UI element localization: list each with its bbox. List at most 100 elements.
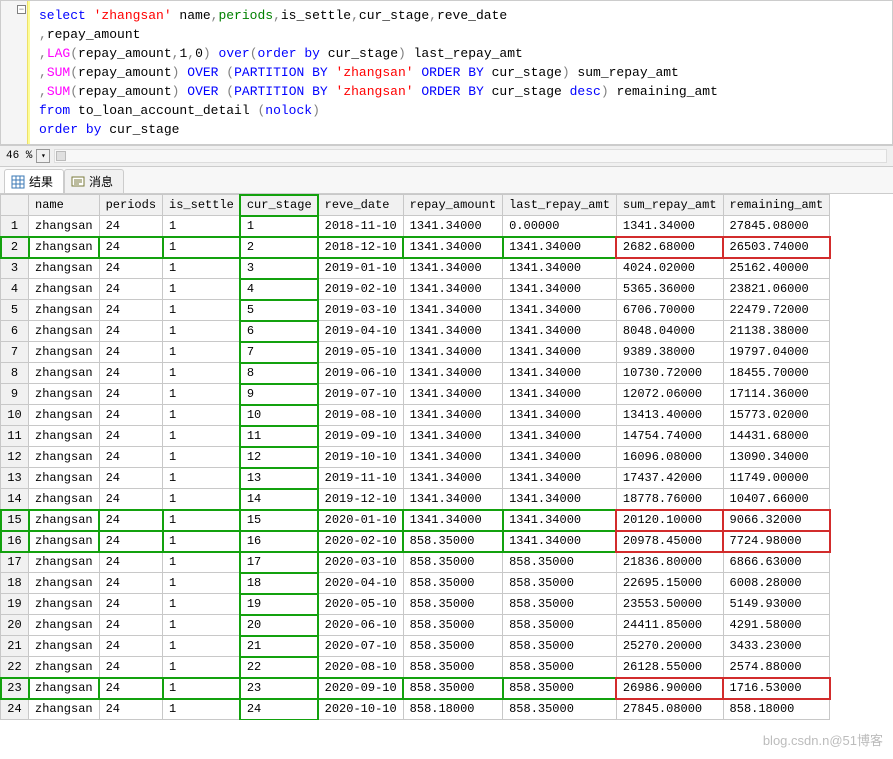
cell-periods[interactable]: 24 <box>99 615 162 636</box>
cell-cur_stage[interactable]: 19 <box>240 594 318 615</box>
cell-name[interactable]: zhangsan <box>29 405 100 426</box>
sql-code[interactable]: select 'zhangsan' name,periods,is_settle… <box>33 3 892 142</box>
cell-name[interactable]: zhangsan <box>29 552 100 573</box>
cell-cur_stage[interactable]: 6 <box>240 321 318 342</box>
cell-cur_stage[interactable]: 14 <box>240 489 318 510</box>
cell-name[interactable]: zhangsan <box>29 468 100 489</box>
cell-is_settle[interactable]: 1 <box>163 573 241 594</box>
cell-name[interactable]: zhangsan <box>29 573 100 594</box>
cell-reve_date[interactable]: 2020-01-10 <box>318 510 403 531</box>
cell-last_repay_amt[interactable]: 1341.34000 <box>503 384 617 405</box>
cell-remaining_amt[interactable]: 18455.70000 <box>723 363 830 384</box>
col-header-last_repay_amt[interactable]: last_repay_amt <box>503 195 617 216</box>
cell-repay_amount[interactable]: 1341.34000 <box>403 405 502 426</box>
cell-name[interactable]: zhangsan <box>29 699 100 720</box>
cell-is_settle[interactable]: 1 <box>163 237 241 258</box>
cell-periods[interactable]: 24 <box>99 510 162 531</box>
cell-periods[interactable]: 24 <box>99 216 162 237</box>
cell-last_repay_amt[interactable]: 858.35000 <box>503 636 617 657</box>
cell-name[interactable]: zhangsan <box>29 342 100 363</box>
cell-cur_stage[interactable]: 4 <box>240 279 318 300</box>
cell-cur_stage[interactable]: 22 <box>240 657 318 678</box>
results-grid[interactable]: nameperiodsis_settlecur_stagereve_datere… <box>0 194 830 720</box>
table-row[interactable]: 7zhangsan24172019-05-101341.340001341.34… <box>1 342 830 363</box>
cell-last_repay_amt[interactable]: 1341.34000 <box>503 279 617 300</box>
table-row[interactable]: 21zhangsan241212020-07-10858.35000858.35… <box>1 636 830 657</box>
cell-sum_repay_amt[interactable]: 2682.68000 <box>616 237 723 258</box>
cell-is_settle[interactable]: 1 <box>163 699 241 720</box>
cell-last_repay_amt[interactable]: 1341.34000 <box>503 363 617 384</box>
table-row[interactable]: 11zhangsan241112019-09-101341.340001341.… <box>1 426 830 447</box>
col-header-repay_amount[interactable]: repay_amount <box>403 195 502 216</box>
cell-sum_repay_amt[interactable]: 10730.72000 <box>616 363 723 384</box>
cell-is_settle[interactable]: 1 <box>163 342 241 363</box>
row-number[interactable]: 15 <box>1 510 29 531</box>
cell-remaining_amt[interactable]: 11749.00000 <box>723 468 830 489</box>
cell-periods[interactable]: 24 <box>99 342 162 363</box>
table-row[interactable]: 13zhangsan241132019-11-101341.340001341.… <box>1 468 830 489</box>
cell-periods[interactable]: 24 <box>99 657 162 678</box>
cell-is_settle[interactable]: 1 <box>163 468 241 489</box>
cell-is_settle[interactable]: 1 <box>163 321 241 342</box>
table-row[interactable]: 23zhangsan241232020-09-10858.35000858.35… <box>1 678 830 699</box>
cell-name[interactable]: zhangsan <box>29 237 100 258</box>
cell-repay_amount[interactable]: 858.35000 <box>403 636 502 657</box>
cell-repay_amount[interactable]: 1341.34000 <box>403 447 502 468</box>
cell-is_settle[interactable]: 1 <box>163 279 241 300</box>
cell-last_repay_amt[interactable]: 1341.34000 <box>503 447 617 468</box>
cell-reve_date[interactable]: 2020-03-10 <box>318 552 403 573</box>
cell-sum_repay_amt[interactable]: 26986.90000 <box>616 678 723 699</box>
cell-repay_amount[interactable]: 1341.34000 <box>403 426 502 447</box>
cell-last_repay_amt[interactable]: 1341.34000 <box>503 426 617 447</box>
cell-reve_date[interactable]: 2020-09-10 <box>318 678 403 699</box>
corner-header[interactable] <box>1 195 29 216</box>
table-row[interactable]: 8zhangsan24182019-06-101341.340001341.34… <box>1 363 830 384</box>
cell-is_settle[interactable]: 1 <box>163 636 241 657</box>
cell-cur_stage[interactable]: 18 <box>240 573 318 594</box>
table-row[interactable]: 22zhangsan241222020-08-10858.35000858.35… <box>1 657 830 678</box>
cell-is_settle[interactable]: 1 <box>163 405 241 426</box>
cell-periods[interactable]: 24 <box>99 636 162 657</box>
cell-repay_amount[interactable]: 1341.34000 <box>403 321 502 342</box>
cell-sum_repay_amt[interactable]: 17437.42000 <box>616 468 723 489</box>
cell-cur_stage[interactable]: 21 <box>240 636 318 657</box>
cell-sum_repay_amt[interactable]: 23553.50000 <box>616 594 723 615</box>
cell-name[interactable]: zhangsan <box>29 489 100 510</box>
cell-name[interactable]: zhangsan <box>29 363 100 384</box>
cell-is_settle[interactable]: 1 <box>163 615 241 636</box>
cell-remaining_amt[interactable]: 19797.04000 <box>723 342 830 363</box>
cell-repay_amount[interactable]: 858.18000 <box>403 699 502 720</box>
cell-is_settle[interactable]: 1 <box>163 426 241 447</box>
row-number[interactable]: 16 <box>1 531 29 552</box>
cell-cur_stage[interactable]: 11 <box>240 426 318 447</box>
col-header-is_settle[interactable]: is_settle <box>163 195 241 216</box>
cell-periods[interactable]: 24 <box>99 237 162 258</box>
cell-periods[interactable]: 24 <box>99 447 162 468</box>
row-number[interactable]: 1 <box>1 216 29 237</box>
cell-last_repay_amt[interactable]: 858.35000 <box>503 657 617 678</box>
cell-repay_amount[interactable]: 1341.34000 <box>403 258 502 279</box>
cell-repay_amount[interactable]: 858.35000 <box>403 678 502 699</box>
cell-name[interactable]: zhangsan <box>29 279 100 300</box>
row-number[interactable]: 8 <box>1 363 29 384</box>
table-row[interactable]: 24zhangsan241242020-10-10858.18000858.35… <box>1 699 830 720</box>
cell-last_repay_amt[interactable]: 1341.34000 <box>503 258 617 279</box>
cell-sum_repay_amt[interactable]: 13413.40000 <box>616 405 723 426</box>
cell-sum_repay_amt[interactable]: 24411.85000 <box>616 615 723 636</box>
cell-sum_repay_amt[interactable]: 20120.10000 <box>616 510 723 531</box>
cell-remaining_amt[interactable]: 6008.28000 <box>723 573 830 594</box>
cell-last_repay_amt[interactable]: 1341.34000 <box>503 405 617 426</box>
row-number[interactable]: 3 <box>1 258 29 279</box>
table-row[interactable]: 19zhangsan241192020-05-10858.35000858.35… <box>1 594 830 615</box>
cell-reve_date[interactable]: 2020-04-10 <box>318 573 403 594</box>
cell-remaining_amt[interactable]: 1716.53000 <box>723 678 830 699</box>
row-number[interactable]: 24 <box>1 699 29 720</box>
cell-is_settle[interactable]: 1 <box>163 531 241 552</box>
cell-periods[interactable]: 24 <box>99 552 162 573</box>
table-row[interactable]: 3zhangsan24132019-01-101341.340001341.34… <box>1 258 830 279</box>
cell-name[interactable]: zhangsan <box>29 300 100 321</box>
sql-editor[interactable]: − select 'zhangsan' name,periods,is_sett… <box>0 0 893 145</box>
cell-last_repay_amt[interactable]: 0.00000 <box>503 216 617 237</box>
table-row[interactable]: 17zhangsan241172020-03-10858.35000858.35… <box>1 552 830 573</box>
cell-is_settle[interactable]: 1 <box>163 678 241 699</box>
